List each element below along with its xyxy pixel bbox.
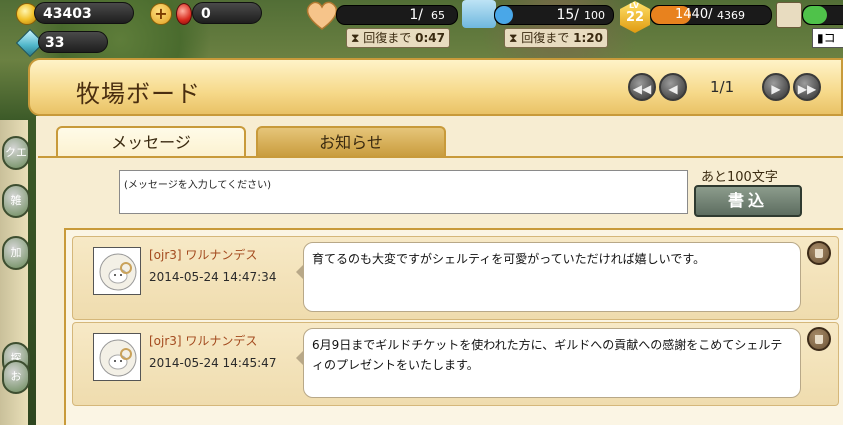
- ruby-icon: [176, 3, 192, 25]
- first-page-button[interactable]: ◀◀: [628, 73, 656, 101]
- panel-header: 牧場ボード ◀◀ ◀ 1/1 ▶ ▶▶: [28, 58, 843, 116]
- trash-icon[interactable]: [807, 327, 831, 351]
- side-menu-item-other[interactable]: お: [2, 360, 30, 394]
- level-prefix: LV: [629, 1, 640, 10]
- stamina-max: 100: [584, 9, 605, 22]
- scroll-icon[interactable]: [776, 2, 802, 28]
- energy-timer-label: 回復まで: [363, 31, 412, 45]
- gem-count: 33: [38, 31, 108, 53]
- green-bar: [802, 5, 843, 25]
- tab-messages[interactable]: メッセージ: [56, 126, 246, 158]
- energy-bar: 1/ 65: [336, 5, 458, 25]
- message-text: 育てるのも大変ですがシェルティを可愛がっていただければ嬉しいです。: [296, 242, 801, 312]
- side-menu-item-quest[interactable]: クエ: [2, 136, 30, 170]
- tab-notices[interactable]: お知らせ: [256, 126, 446, 158]
- prev-page-button[interactable]: ◀: [659, 73, 687, 101]
- ruby-count: 0: [192, 2, 262, 24]
- list-item: [ojr3] ワルナンデス 2014-05-24 14:47:34 育てるのも大…: [72, 236, 839, 320]
- message-list: [ojr3] ワルナンデス 2014-05-24 14:47:34 育てるのも大…: [64, 228, 843, 425]
- heart-icon: [306, 1, 338, 30]
- next-page-button[interactable]: ▶: [762, 73, 790, 101]
- avatar[interactable]: [93, 247, 141, 295]
- trash-icon[interactable]: [807, 241, 831, 265]
- stamina-timer-label: 回復まで: [521, 31, 570, 45]
- coin-count: 43403: [34, 2, 134, 24]
- last-page-button[interactable]: ▶▶: [793, 73, 821, 101]
- message-input[interactable]: (メッセージを入力してください): [119, 170, 688, 214]
- side-menu-label: 加: [10, 246, 22, 259]
- side-menu-label: お: [10, 370, 22, 383]
- level-badge: LV 22: [620, 1, 650, 33]
- message-author[interactable]: [ojr3] ワルナンデス: [149, 246, 257, 263]
- side-menu-item-misc[interactable]: 雑: [2, 184, 30, 218]
- energy-timer: ⧗ 回復まで 0:47: [346, 28, 450, 48]
- side-menu: クエ 雑 加 探 お: [0, 120, 30, 425]
- stamina-value: 15/: [556, 7, 579, 23]
- menu-button[interactable]: ▮コ: [812, 28, 843, 48]
- energy-max: 65: [431, 9, 445, 22]
- add-currency-button[interactable]: +: [150, 3, 172, 25]
- exp-value: 1440/: [675, 7, 713, 22]
- farm-board-panel: 牧場ボード ◀◀ ◀ 1/1 ▶ ▶▶ メッセージ お知らせ (メッセージを入力…: [28, 58, 843, 425]
- message-text: 6月9日までギルドチケットを使われた方に、ギルドへの貢献への感謝をこめてシェルテ…: [296, 328, 801, 398]
- page-indicator: 1/1: [710, 78, 735, 96]
- green-fill: [803, 6, 827, 24]
- exp-bar: 1440/ 4369: [650, 5, 772, 25]
- message-timestamp: 2014-05-24 14:47:34: [149, 270, 277, 284]
- stamina-fill: [495, 6, 513, 24]
- remaining-chars: あと100文字: [701, 170, 778, 185]
- stamina-timer-value: 1:20: [573, 31, 603, 45]
- energy-value: 1/: [409, 7, 423, 23]
- energy-timer-value: 0:47: [415, 31, 445, 45]
- sheep-icon: [99, 339, 137, 377]
- top-hud: 43403 33 + 0 1/ 65 ⧗ 回復まで 0:47 15/ 100 ⧗…: [0, 0, 843, 60]
- list-item: [ojr3] ワルナンデス 2014-05-24 14:45:47 6月9日まで…: [72, 322, 839, 406]
- write-button[interactable]: 書込: [694, 185, 802, 217]
- message-timestamp: 2014-05-24 14:45:47: [149, 356, 277, 370]
- sheep-icon: [99, 253, 137, 291]
- message-placeholder: (メッセージを入力してください): [124, 180, 272, 191]
- menu-label: コ: [823, 31, 836, 45]
- side-menu-item-process[interactable]: 加: [2, 236, 30, 270]
- avatar[interactable]: [93, 333, 141, 381]
- tab-label: メッセージ: [111, 133, 191, 152]
- tab-divider: [38, 156, 843, 158]
- page-title: 牧場ボード: [76, 80, 201, 108]
- farm-icon: [462, 0, 496, 28]
- side-menu-label: クエ: [5, 146, 27, 159]
- stamina-bar: 15/ 100: [494, 5, 614, 25]
- tab-label: お知らせ: [319, 133, 383, 152]
- side-menu-label: 雑: [10, 194, 22, 207]
- stamina-timer: ⧗ 回復まで 1:20: [504, 28, 608, 48]
- exp-max: 4369: [717, 9, 745, 22]
- message-author[interactable]: [ojr3] ワルナンデス: [149, 332, 257, 349]
